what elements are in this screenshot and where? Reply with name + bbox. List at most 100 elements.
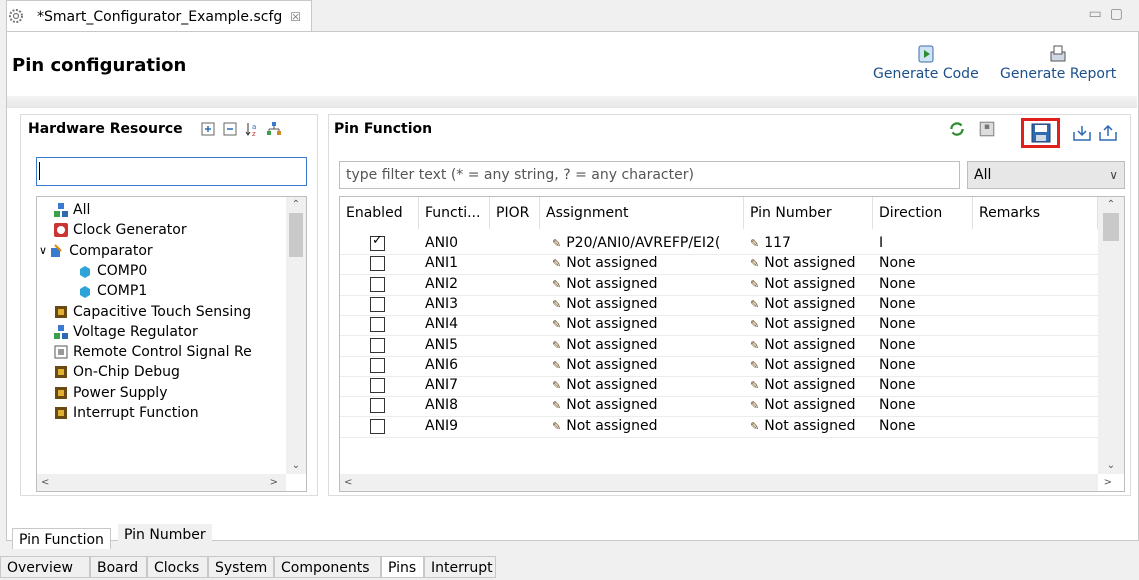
filter-select[interactable]: All ∨ bbox=[967, 161, 1125, 189]
column-header[interactable]: Direction bbox=[873, 197, 973, 229]
pin-filter-input[interactable]: type filter text (* = any string, ? = an… bbox=[339, 161, 960, 189]
editor-tab[interactable]: *Smart_Configurator_Example.scfg ☒ bbox=[6, 0, 313, 32]
column-header[interactable]: Enabled bbox=[340, 197, 419, 229]
column-header[interactable]: PIOR bbox=[490, 197, 540, 229]
tree-item[interactable]: Power Supply bbox=[53, 382, 168, 404]
refresh-icon[interactable] bbox=[948, 120, 966, 138]
cell-text: Not assigned bbox=[566, 336, 658, 353]
tree-vertical-scrollbar[interactable]: ⌃ ⌄ bbox=[286, 197, 306, 474]
scroll-up-arrow[interactable]: ⌃ bbox=[1098, 197, 1124, 213]
enabled-checkbox[interactable] bbox=[370, 398, 385, 414]
cell-assignment[interactable]: ✎ Not assigned bbox=[552, 334, 750, 356]
generate-code-button[interactable]: Generate Code bbox=[873, 44, 979, 82]
editor-tab-overview[interactable]: Overview bbox=[0, 556, 90, 578]
cell-function: ANI4 bbox=[425, 313, 490, 335]
cell-pior bbox=[496, 415, 540, 437]
cell-pin[interactable]: ✎ 117 bbox=[750, 232, 873, 254]
table-horizontal-scrollbar[interactable]: < > bbox=[340, 474, 1112, 491]
cell-pin[interactable]: ✎ Not assigned bbox=[750, 394, 873, 416]
enabled-checkbox[interactable] bbox=[370, 276, 385, 292]
enabled-checkbox[interactable] bbox=[370, 317, 385, 333]
generate-report-button[interactable]: Generate Report bbox=[1000, 44, 1116, 82]
tree-item[interactable]: ∨ Comparator bbox=[39, 240, 153, 262]
hardware-search-input[interactable] bbox=[36, 157, 307, 186]
tree-item[interactable]: COMP1 bbox=[77, 280, 147, 302]
close-icon[interactable]: ☒ bbox=[290, 10, 301, 24]
generate-report-label: Generate Report bbox=[1000, 66, 1117, 82]
enabled-checkbox[interactable] bbox=[370, 378, 385, 394]
editor-tab-pins[interactable]: Pins bbox=[381, 556, 424, 578]
tree-item[interactable]: Capacitive Touch Sensing bbox=[53, 301, 251, 323]
cell-assignment[interactable]: ✎ Not assigned bbox=[552, 293, 750, 315]
editor-tab-clocks[interactable]: Clocks bbox=[147, 556, 208, 578]
settings-icon[interactable] bbox=[978, 120, 996, 138]
cell-pin[interactable]: ✎ Not assigned bbox=[750, 334, 873, 356]
scroll-left-arrow[interactable]: < bbox=[344, 474, 352, 491]
tree-item[interactable]: All bbox=[53, 199, 90, 221]
cell-pin[interactable]: ✎ Not assigned bbox=[750, 374, 873, 396]
tree-item[interactable]: On-Chip Debug bbox=[53, 361, 180, 383]
cell-pin[interactable]: ✎ Not assigned bbox=[750, 354, 873, 376]
tab-pin-number[interactable]: Pin Number bbox=[118, 524, 212, 546]
scroll-left-arrow[interactable]: < bbox=[41, 474, 49, 491]
cell-assignment[interactable]: ✎ Not assigned bbox=[552, 415, 750, 437]
editor-tab-board[interactable]: Board bbox=[90, 556, 147, 578]
tree-horizontal-scrollbar[interactable]: < > bbox=[37, 474, 286, 491]
scroll-right-arrow[interactable]: > bbox=[270, 474, 278, 491]
enabled-checkbox[interactable] bbox=[370, 296, 385, 312]
hardware-tree: All Clock Generator ∨ Comparator COMP0 COMP1 C… bbox=[36, 196, 307, 492]
scroll-thumb[interactable] bbox=[1103, 213, 1119, 241]
enabled-checkbox[interactable] bbox=[370, 418, 385, 434]
cell-assignment[interactable]: ✎ P20/ANI0/AVREFP/EI2( bbox=[552, 232, 750, 254]
editor-tab-components[interactable]: Components bbox=[274, 556, 381, 578]
column-header[interactable]: Assignment bbox=[540, 197, 744, 229]
enabled-checkbox[interactable] bbox=[370, 337, 385, 353]
enabled-checkbox[interactable] bbox=[370, 357, 385, 373]
import-icon[interactable] bbox=[1072, 124, 1092, 142]
table-vertical-scrollbar[interactable]: ⌃ ⌄ bbox=[1098, 197, 1124, 474]
enabled-checkbox[interactable] bbox=[370, 233, 385, 251]
tree-item[interactable]: Clock Generator bbox=[53, 219, 187, 241]
editor-tab-system[interactable]: System bbox=[208, 556, 274, 578]
collapse-all-icon[interactable] bbox=[222, 121, 238, 137]
tree-item-label: Comparator bbox=[69, 242, 153, 259]
scroll-thumb[interactable] bbox=[289, 213, 303, 257]
cell-assignment[interactable]: ✎ Not assigned bbox=[552, 273, 750, 295]
minimize-maximize-icons[interactable]: ▭▢ bbox=[1089, 6, 1131, 22]
scroll-up-arrow[interactable]: ⌃ bbox=[286, 197, 306, 213]
cell-assignment[interactable]: ✎ Not assigned bbox=[552, 354, 750, 376]
export-icon[interactable] bbox=[1098, 124, 1118, 142]
cell-assignment[interactable]: ✎ Not assigned bbox=[552, 313, 750, 335]
editor-tab-interrupt[interactable]: Interrupt bbox=[424, 556, 496, 578]
cell-assignment[interactable]: ✎ Not assigned bbox=[552, 394, 750, 416]
hierarchy-icon[interactable] bbox=[266, 121, 282, 137]
column-header[interactable]: Pin Number bbox=[744, 197, 873, 229]
chevron-down-icon[interactable]: ∨ bbox=[39, 244, 47, 257]
scroll-down-arrow[interactable]: ⌄ bbox=[286, 458, 306, 474]
scroll-down-arrow[interactable]: ⌄ bbox=[1098, 458, 1124, 474]
tab-pin-function[interactable]: Pin Function bbox=[12, 528, 111, 549]
cell-pin[interactable]: ✎ Not assigned bbox=[750, 293, 873, 315]
cell-function: ANI1 bbox=[425, 252, 490, 274]
pin-function-toolbar bbox=[948, 120, 996, 138]
sort-icon[interactable]: az bbox=[244, 121, 260, 137]
table-row[interactable]: ANI9 ✎ Not assigned ✎ Not assigned None bbox=[340, 415, 1098, 438]
tree-item[interactable]: Remote Control Signal Re bbox=[53, 341, 252, 363]
cell-assignment[interactable]: ✎ Not assigned bbox=[552, 374, 750, 396]
tree-item[interactable]: COMP0 bbox=[77, 260, 147, 282]
cell-direction: None bbox=[879, 354, 973, 376]
tree-item[interactable]: Voltage Regulator bbox=[53, 321, 198, 343]
cell-pin[interactable]: ✎ Not assigned bbox=[750, 415, 873, 437]
expand-all-icon[interactable] bbox=[200, 121, 216, 137]
cell-pin[interactable]: ✎ Not assigned bbox=[750, 252, 873, 274]
column-header[interactable]: Remarks bbox=[973, 197, 1098, 229]
cell-pior bbox=[496, 394, 540, 416]
tree-item[interactable]: Interrupt Function bbox=[53, 402, 199, 424]
cell-pin[interactable]: ✎ Not assigned bbox=[750, 273, 873, 295]
enabled-checkbox[interactable] bbox=[370, 256, 385, 272]
cell-assignment[interactable]: ✎ Not assigned bbox=[552, 252, 750, 274]
scroll-right-arrow[interactable]: > bbox=[1104, 474, 1112, 491]
cell-pin[interactable]: ✎ Not assigned bbox=[750, 313, 873, 335]
cell-function: ANI6 bbox=[425, 354, 490, 376]
column-header[interactable]: Functi... bbox=[419, 197, 490, 229]
